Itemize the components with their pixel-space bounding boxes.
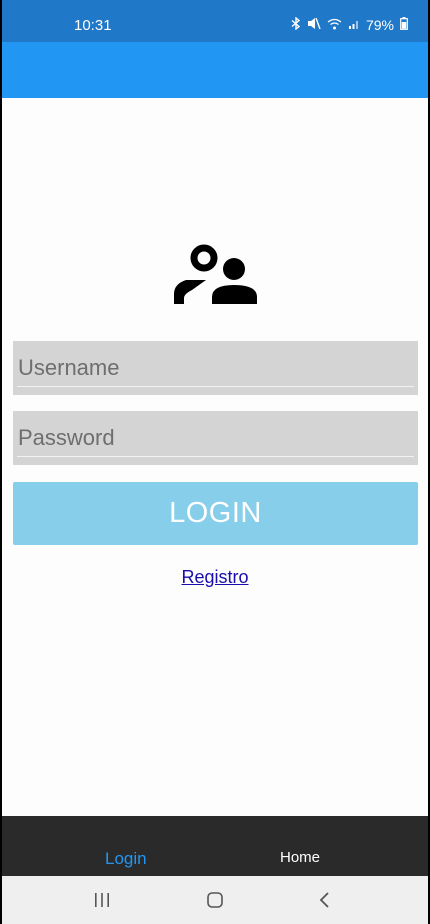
password-underline <box>17 456 414 457</box>
wifi-icon <box>327 18 342 33</box>
battery-icon <box>400 17 408 33</box>
username-underline <box>17 386 414 387</box>
recent-apps-icon[interactable] <box>82 876 122 924</box>
tab-home[interactable]: Home <box>280 849 320 866</box>
username-field[interactable]: Username <box>13 341 418 395</box>
login-page: Username Password LOGIN Registro <box>2 98 428 816</box>
people-icon <box>170 242 260 308</box>
password-field[interactable]: Password <box>13 411 418 465</box>
status-bar: 10:31 79% <box>2 0 428 42</box>
status-time: 10:31 <box>74 17 112 34</box>
login-button[interactable]: LOGIN <box>13 482 418 545</box>
bluetooth-icon <box>291 16 301 33</box>
password-placeholder: Password <box>18 425 115 450</box>
signal-icon <box>348 18 360 33</box>
status-icons: 79% <box>291 16 408 33</box>
username-placeholder: Username <box>18 355 120 380</box>
back-icon[interactable] <box>305 876 345 924</box>
register-link: Registro <box>2 567 428 588</box>
home-icon[interactable] <box>195 876 235 924</box>
phone-screen: 10:31 79% Username Password LOGIN Regist… <box>2 0 428 924</box>
app-bar <box>2 42 428 98</box>
register-link-text[interactable]: Registro <box>181 567 248 587</box>
tab-bar: Login Home <box>2 816 428 876</box>
mute-icon <box>307 17 321 33</box>
tab-login[interactable]: Login <box>105 849 147 869</box>
battery-percent: 79% <box>365 17 394 33</box>
system-nav-bar <box>2 876 428 924</box>
